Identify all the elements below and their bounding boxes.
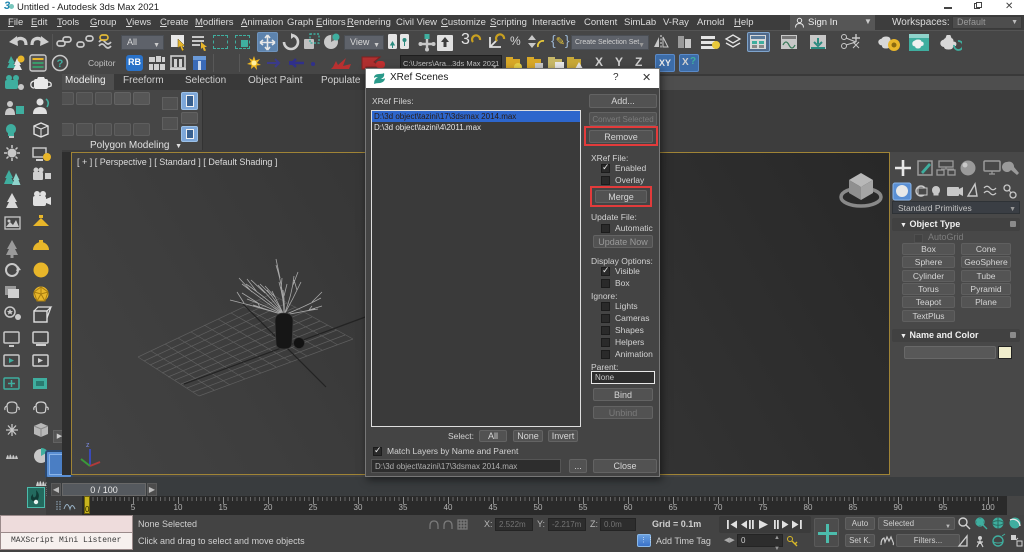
svg-text:?: ?	[57, 58, 64, 70]
svg-text:z: z	[86, 442, 90, 449]
